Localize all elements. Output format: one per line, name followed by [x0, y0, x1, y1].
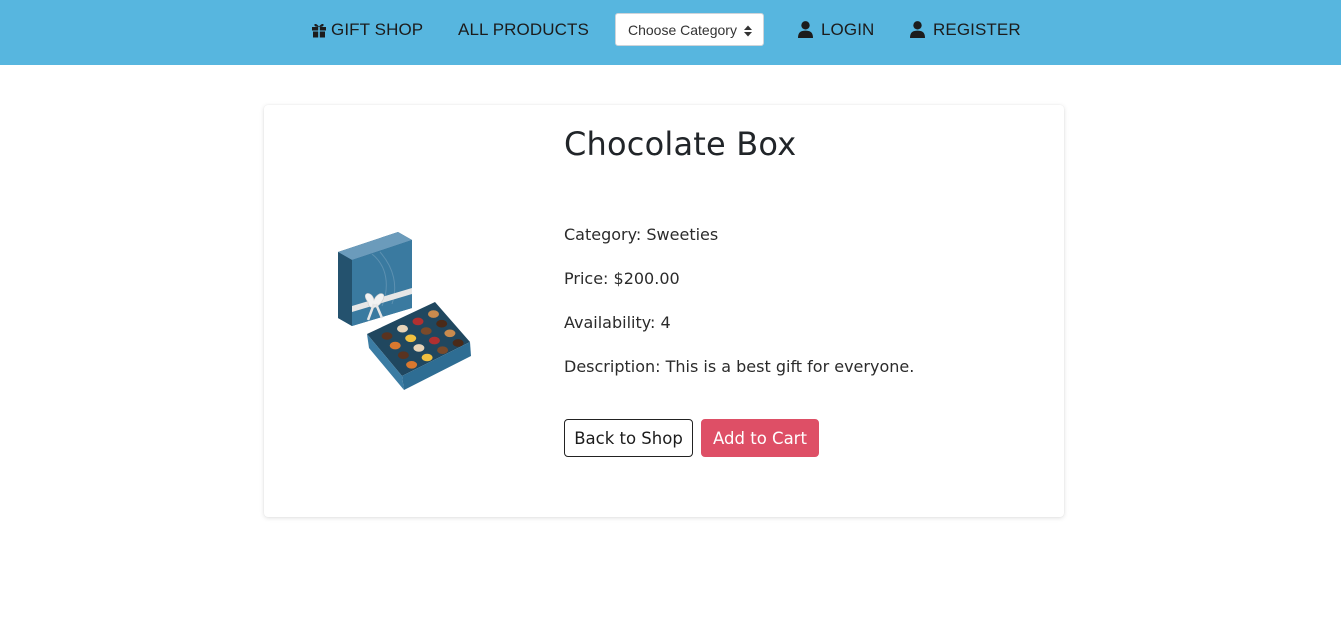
register-link[interactable]: REGISTER: [910, 0, 1021, 59]
category-select[interactable]: Choose Category: [615, 13, 764, 46]
all-products-label: ALL PRODUCTS: [458, 19, 589, 39]
product-price: Price: $200.00: [564, 269, 680, 288]
add-to-cart-button[interactable]: Add to Cart: [701, 419, 819, 457]
register-label: REGISTER: [933, 19, 1021, 39]
chocolate-piece: [412, 317, 424, 326]
chocolate-piece: [413, 344, 425, 352]
category-select-value: Choose Category: [628, 21, 737, 38]
product-description: Description: This is a best gift for eve…: [564, 357, 915, 376]
chocolate-piece: [397, 351, 409, 359]
chocolate-piece: [397, 324, 408, 333]
product-category: Category: Sweeties: [564, 225, 719, 244]
product-title: Chocolate Box: [564, 125, 797, 163]
chocolate-piece: [436, 319, 448, 328]
all-products-link[interactable]: ALL PRODUCTS: [458, 0, 589, 59]
chocolate-piece: [420, 327, 432, 335]
brand-link[interactable]: GIFT SHOP: [311, 0, 423, 59]
login-link[interactable]: LOGIN: [798, 0, 874, 59]
top-navbar: GIFT SHOP ALL PRODUCTS Choose Category L…: [0, 0, 1341, 65]
gift-icon: [311, 22, 327, 38]
sort-arrows-icon: [744, 24, 752, 40]
chocolate-piece: [406, 361, 418, 369]
chocolate-piece: [444, 329, 456, 338]
user-icon: [798, 21, 813, 38]
chocolate-piece: [428, 336, 440, 345]
product-availability: Availability: 4: [564, 313, 671, 332]
chocolate-piece: [405, 334, 417, 343]
chocolate-piece: [381, 332, 393, 340]
chocolate-piece: [452, 339, 464, 347]
chocolate-piece: [389, 341, 401, 350]
back-to-shop-button[interactable]: Back to Shop: [564, 419, 693, 457]
chocolate-piece: [428, 310, 439, 318]
chocolate-piece: [437, 346, 449, 354]
user-icon: [910, 21, 925, 38]
login-label: LOGIN: [821, 19, 875, 39]
chocolate-piece: [421, 353, 433, 362]
product-image: [332, 226, 477, 401]
brand-label: GIFT SHOP: [331, 19, 424, 39]
